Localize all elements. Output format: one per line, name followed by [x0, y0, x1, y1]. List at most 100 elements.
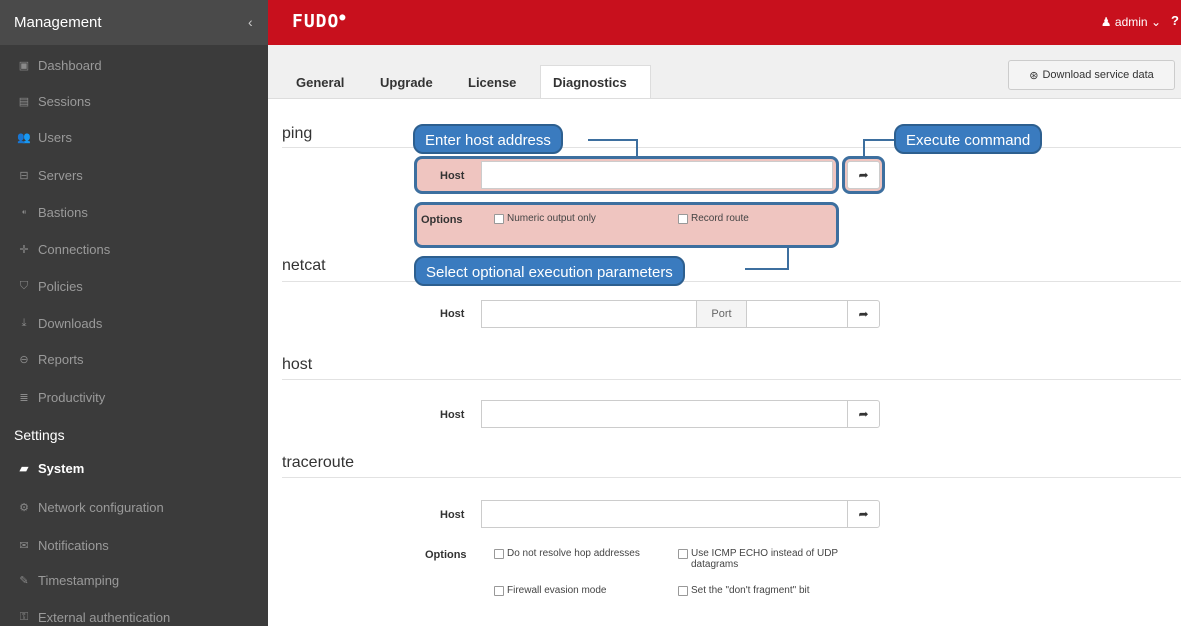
checkbox[interactable] — [494, 586, 504, 596]
sidebar-title: Management — [14, 14, 102, 31]
help-icon[interactable]: ? — [1171, 13, 1179, 28]
ping-execute-button[interactable]: ➦ — [847, 161, 880, 189]
top-bar: FUDO● ♟ admin ⌄ ? — [268, 0, 1181, 45]
logo-dot: ● — [339, 12, 347, 23]
sidebar-item-network-configuration[interactable]: ⚙ Network configuration — [0, 489, 268, 525]
sidebar-item-label: Bastions — [38, 204, 88, 220]
sidebar-item-label: Downloads — [38, 315, 103, 331]
sidebar-item-sessions[interactable]: ▤ Sessions — [0, 83, 268, 119]
netcat-port-input[interactable] — [746, 300, 848, 328]
edit-icon: ✎ — [19, 574, 29, 587]
logo-text: FUDO — [292, 11, 340, 32]
sidebar-item-timestamping[interactable]: ✎ Timestamping — [0, 562, 268, 598]
sidebar-item-label: Sessions — [38, 93, 91, 109]
sessions-icon: ▤ — [18, 95, 30, 108]
traceroute-option-firewall-evasion[interactable]: Firewall evasion mode — [494, 585, 679, 596]
share-arrow-icon: ➦ — [858, 168, 869, 182]
sidebar-item-reports[interactable]: ⊖ Reports — [0, 341, 268, 377]
ping-options-label: Options — [421, 214, 463, 226]
enter-host-address-callout: Enter host address — [413, 124, 563, 154]
sidebar-item-label: Dashboard — [38, 57, 102, 73]
sidebar-item-label: Servers — [38, 167, 83, 183]
bastions-icon: ⁌ — [21, 206, 27, 219]
download-icon: ⊛ — [1029, 69, 1039, 82]
netcat-host-input[interactable] — [481, 300, 697, 328]
ping-host-label: Host — [440, 170, 465, 182]
sidebar-item-bastions[interactable]: ⁌ Bastions — [0, 194, 268, 230]
sidebar-item-users[interactable]: 👥 Users — [0, 119, 268, 155]
tab-bar: General Upgrade License Diagnostics ⊛ Do… — [268, 45, 1181, 99]
host-divider — [282, 379, 1181, 380]
sidebar-item-servers[interactable]: ⊟ Servers — [0, 157, 268, 193]
host-execute-button[interactable]: ➦ — [847, 400, 880, 428]
netcat-host-label: Host — [440, 308, 465, 320]
productivity-icon: ≣ — [19, 391, 29, 404]
sidebar-item-policies[interactable]: ⛉ Policies — [0, 268, 268, 304]
settings-section-heading: Settings — [14, 427, 65, 443]
sidebar-item-productivity[interactable]: ≣ Productivity — [0, 379, 268, 415]
key-icon: ⚿ — [19, 610, 29, 623]
traceroute-options-label: Options — [425, 549, 467, 561]
tab-license[interactable]: License — [468, 75, 516, 90]
netcat-section-title: netcat — [282, 257, 326, 274]
sidebar-header: Management ‹ — [0, 0, 268, 45]
fudo-logo[interactable]: FUDO● — [292, 11, 346, 32]
sidebar-item-label: Productivity — [38, 389, 106, 405]
sidebar-item-label: Network configuration — [38, 499, 164, 515]
ping-host-input[interactable] — [481, 161, 833, 189]
collapse-sidebar-icon[interactable]: ‹ — [248, 14, 253, 30]
reports-icon: ⊖ — [19, 353, 29, 366]
traceroute-execute-button[interactable]: ➦ — [847, 500, 880, 528]
checkbox[interactable] — [494, 214, 504, 224]
users-icon: 👥 — [17, 131, 31, 144]
host-callout-leader — [588, 139, 638, 158]
option-label: Use ICMP ECHO instead of UDP datagrams — [691, 548, 838, 570]
share-arrow-icon: ➦ — [858, 507, 869, 521]
traceroute-option-no-resolve[interactable]: Do not resolve hop addresses — [494, 548, 679, 559]
sidebar-item-connections[interactable]: ✛ Connections — [0, 231, 268, 267]
policies-icon: ⛉ — [19, 279, 29, 292]
option-label: Numeric output only — [507, 213, 596, 224]
tab-upgrade[interactable]: Upgrade — [380, 75, 433, 90]
chevron-down-icon: ⌄ — [1150, 15, 1161, 29]
user-menu[interactable]: ♟ admin ⌄ — [1101, 15, 1161, 29]
sidebar-item-dashboard[interactable]: ▣ Dashboard — [0, 47, 268, 83]
traceroute-option-dont-fragment[interactable]: Set the "don't fragment" bit — [678, 585, 868, 596]
sidebar-item-external-authentication[interactable]: ⚿ External authentication — [0, 599, 268, 635]
checkbox[interactable] — [678, 586, 688, 596]
dashboard-icon: ▣ — [18, 59, 30, 72]
sidebar-item-label: Users — [38, 129, 72, 145]
traceroute-divider — [282, 477, 1181, 478]
sidebar-item-label: System — [38, 460, 85, 476]
tab-diagnostics[interactable]: Diagnostics — [540, 65, 651, 98]
checkbox[interactable] — [494, 549, 504, 559]
traceroute-host-label: Host — [440, 509, 465, 521]
traceroute-host-input[interactable] — [481, 500, 848, 528]
checkbox[interactable] — [678, 549, 688, 559]
ping-section-title: ping — [282, 125, 313, 142]
netcat-port-label: Port — [696, 300, 747, 328]
sidebar-item-system[interactable]: ▰ System — [0, 450, 268, 486]
sidebar-item-downloads[interactable]: ⤓ Downloads — [0, 305, 268, 341]
checkbox[interactable] — [678, 214, 688, 224]
ping-option-record-route[interactable]: Record route — [678, 213, 749, 224]
download-service-data-button[interactable]: ⊛ Download service data — [1008, 60, 1175, 90]
execute-callout-leader — [863, 139, 897, 158]
tab-general[interactable]: General — [296, 75, 344, 90]
execute-command-callout: Execute command — [894, 124, 1043, 154]
sidebar: Management ‹ ▣ Dashboard ▤ Sessions 👥 Us… — [0, 0, 268, 626]
sidebar-item-label: Reports — [38, 351, 84, 367]
option-label: Record route — [691, 213, 749, 224]
cogs-icon: ⚙ — [19, 501, 29, 514]
traceroute-option-icmp-echo[interactable]: Use ICMP ECHO instead of UDP datagrams — [678, 548, 868, 570]
option-label: Firewall evasion mode — [507, 585, 607, 596]
host-host-input[interactable] — [481, 400, 848, 428]
sidebar-item-label: Connections — [38, 241, 111, 257]
share-arrow-icon: ➦ — [858, 407, 869, 421]
host-host-label: Host — [440, 409, 465, 421]
sidebar-item-notifications[interactable]: ✉ Notifications — [0, 527, 268, 563]
ping-option-numeric[interactable]: Numeric output only — [494, 213, 596, 224]
share-arrow-icon: ➦ — [858, 307, 869, 321]
netcat-execute-button[interactable]: ➦ — [847, 300, 880, 328]
sidebar-item-label: External authentication — [38, 609, 171, 625]
